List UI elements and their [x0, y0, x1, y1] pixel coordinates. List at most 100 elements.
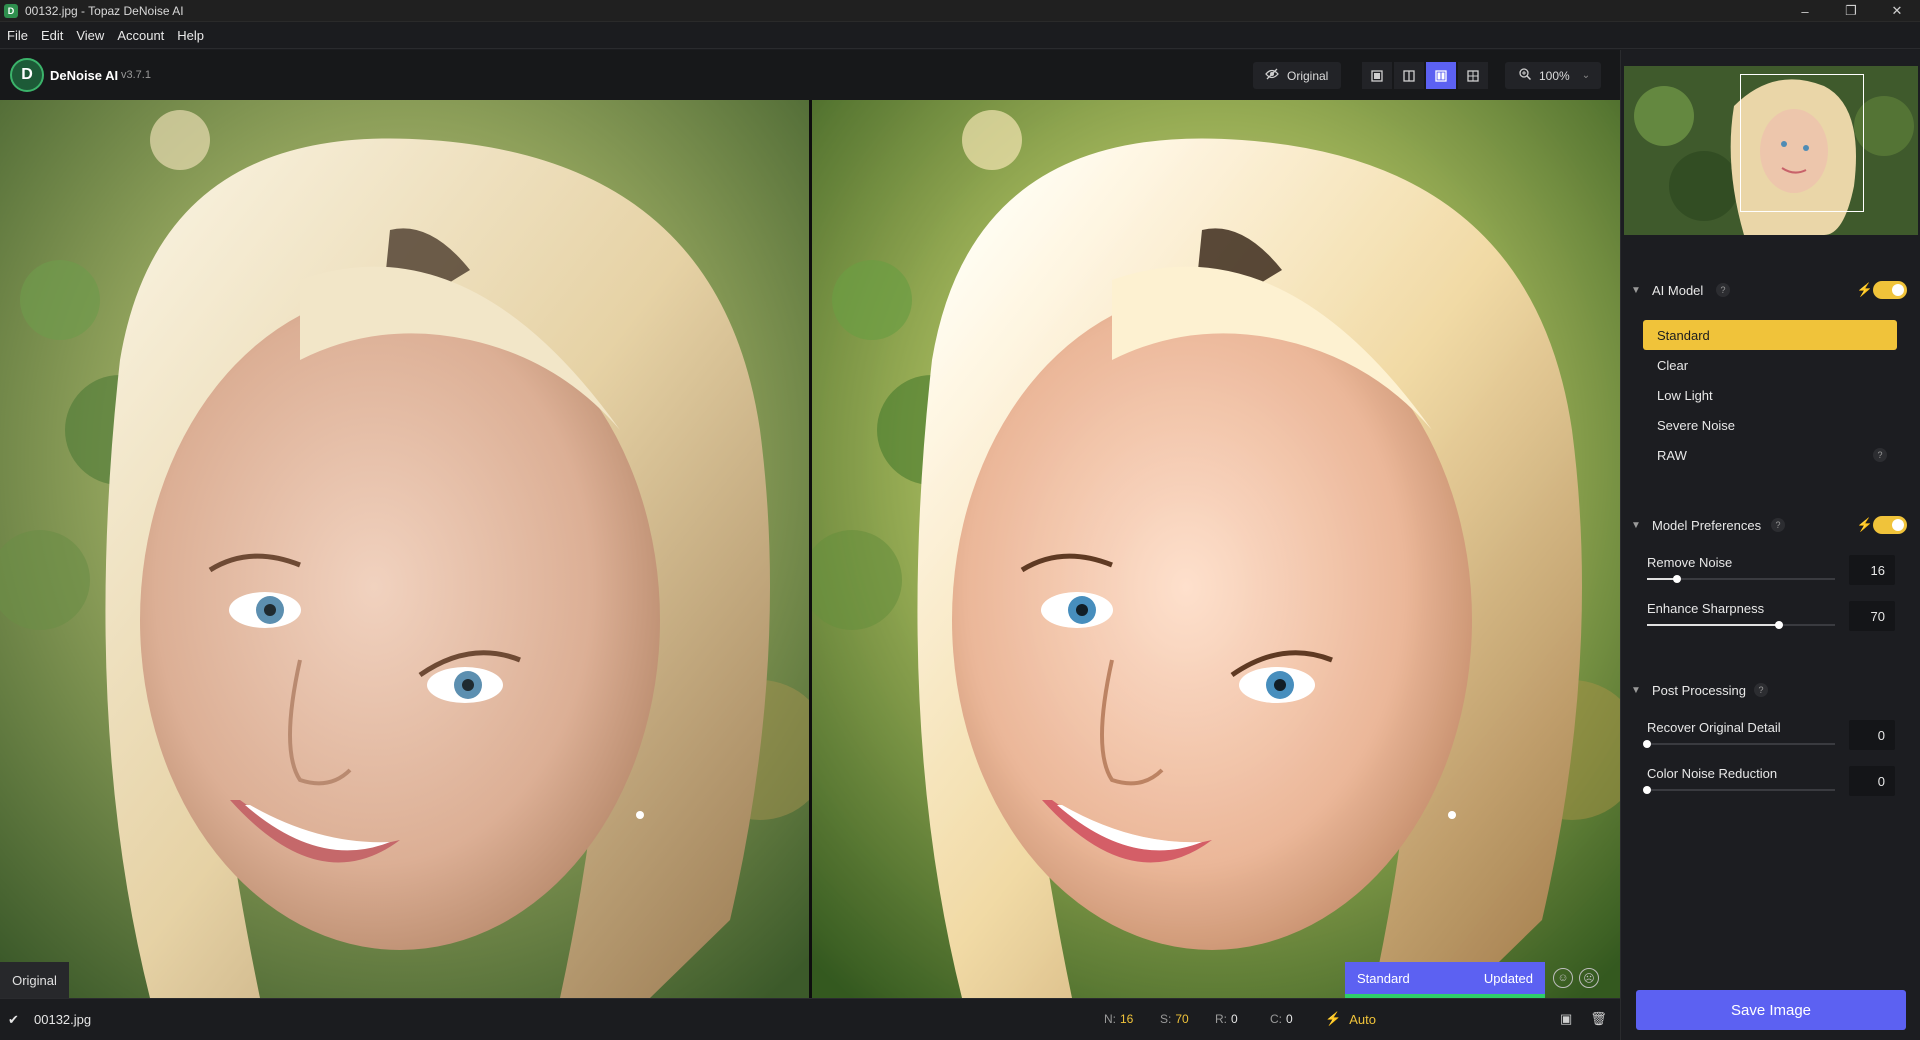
color-noise-slider-row: Color Noise Reduction 0	[1621, 766, 1920, 812]
remove-noise-label: Remove Noise	[1647, 555, 1733, 570]
model-preferences-title: Model Preferences	[1652, 517, 1762, 533]
enhance-sharpness-slider[interactable]	[1647, 621, 1835, 629]
help-icon[interactable]: ?	[1873, 448, 1887, 462]
slider-fill	[1647, 624, 1779, 626]
processed-preview-pane[interactable]	[812, 100, 1620, 998]
recover-detail-slider-row: Recover Original Detail 0	[1621, 720, 1920, 766]
remove-noise-slider-row: Remove Noise 16	[1621, 555, 1920, 601]
view-mode-group	[1362, 62, 1488, 89]
color-noise-label: Color Noise Reduction	[1647, 766, 1778, 781]
neutral-face-icon[interactable]: ☹	[1579, 968, 1599, 988]
menu-account[interactable]: Account	[117, 28, 164, 43]
feedback-group: ☺ ☹	[1553, 968, 1599, 988]
metric-noise: N: 16	[1104, 1012, 1134, 1026]
recover-detail-label: Recover Original Detail	[1647, 720, 1781, 735]
recover-detail-value[interactable]: 0	[1849, 720, 1895, 750]
chevron-down-icon: ⌄	[1581, 70, 1591, 81]
app-name: DeNoise AI	[50, 68, 119, 83]
slider-handle[interactable]	[1643, 740, 1651, 748]
ai-model-auto-toggle[interactable]	[1873, 281, 1907, 299]
post-processing-title: Post Processing	[1652, 682, 1746, 698]
model-item-severe-noise[interactable]: Severe Noise	[1643, 410, 1897, 440]
app-logo: D	[10, 58, 44, 92]
help-icon[interactable]: ?	[1754, 683, 1768, 697]
lightning-icon: ⚡	[1856, 282, 1873, 297]
right-sidebar: ▼ AI Model ? ⚡ Standard Clear Low Light …	[1620, 50, 1920, 1040]
navigator-thumbnail[interactable]	[1624, 66, 1918, 235]
slider-handle[interactable]	[1774, 621, 1783, 629]
menu-file[interactable]: File	[7, 28, 28, 43]
metric-recover: R: 0	[1215, 1012, 1238, 1026]
zoom-dropdown[interactable]: 100% ⌄	[1505, 62, 1601, 89]
original-preview-pane[interactable]: Original	[0, 100, 809, 998]
model-preferences-auto-toggle[interactable]	[1873, 516, 1907, 534]
navigator-viewport-frame[interactable]	[1740, 74, 1864, 212]
checkmark-icon[interactable]: ✔	[8, 1012, 19, 1028]
enhance-sharpness-label: Enhance Sharpness	[1647, 601, 1765, 616]
lightning-icon: ⚡	[1325, 1011, 1342, 1026]
chevron-down-icon: ▼	[1631, 284, 1641, 296]
zoom-in-icon	[1519, 68, 1532, 83]
metric-sharpness: S: 70	[1160, 1012, 1189, 1026]
auto-mode-indicator[interactable]: ⚡ Auto	[1325, 1011, 1376, 1027]
window-controls: – ❐ ✕	[1782, 0, 1920, 22]
status-actions: ▣ 🗑	[1560, 1011, 1620, 1027]
chevron-down-icon: ▼	[1631, 519, 1641, 531]
model-item-clear[interactable]: Clear	[1643, 350, 1897, 380]
title-bar: D 00132.jpg - Topaz DeNoise AI – ❐ ✕	[0, 0, 1920, 22]
post-processing-section-header[interactable]: ▼ Post Processing ?	[1621, 678, 1920, 702]
recover-detail-slider[interactable]	[1643, 740, 1835, 748]
processing-status-label: Updated	[1483, 970, 1533, 986]
model-item-raw[interactable]: RAW?	[1643, 440, 1897, 470]
help-icon[interactable]: ?	[1771, 518, 1785, 532]
auto-label: Auto	[1349, 1011, 1376, 1027]
lightning-icon: ⚡	[1856, 517, 1873, 532]
ai-model-section-header[interactable]: ▼ AI Model ? ⚡	[1621, 278, 1920, 302]
color-noise-value[interactable]: 0	[1849, 766, 1895, 796]
save-image-button[interactable]: Save Image	[1636, 990, 1906, 1030]
ai-model-title: AI Model	[1652, 282, 1704, 298]
eye-slash-icon	[1265, 68, 1279, 83]
model-item-low-light[interactable]: Low Light	[1643, 380, 1897, 410]
menu-view[interactable]: View	[76, 28, 104, 43]
remove-noise-value[interactable]: 16	[1849, 555, 1895, 585]
enhance-sharpness-slider-row: Enhance Sharpness 70	[1621, 601, 1920, 647]
single-view-icon[interactable]	[1362, 62, 1392, 89]
chevron-down-icon: ▼	[1631, 684, 1641, 696]
original-toggle-button[interactable]: Original	[1253, 62, 1341, 89]
status-filename: 00132.jpg	[34, 1012, 92, 1027]
processed-photo	[812, 100, 1620, 998]
trash-icon[interactable]: 🗑	[1590, 1011, 1607, 1027]
split-view-icon[interactable]	[1394, 62, 1424, 89]
metric-color: C: 0	[1270, 1012, 1293, 1026]
remove-noise-slider[interactable]	[1647, 575, 1835, 583]
toolbar: D DeNoise AI v3.7.1 Original 100% ⌄	[0, 50, 1620, 100]
zoom-value: 100%	[1539, 68, 1570, 83]
window-title: 00132.jpg - Topaz DeNoise AI	[25, 3, 184, 18]
camera-icon[interactable]: ▣	[1560, 1011, 1572, 1027]
model-preferences-section-header[interactable]: ▼ Model Preferences ? ⚡	[1621, 513, 1920, 537]
original-label: Original	[0, 962, 69, 998]
app-version: v3.7.1	[121, 69, 151, 81]
app-icon: D	[4, 3, 18, 18]
happy-face-icon[interactable]: ☺	[1553, 968, 1573, 988]
model-item-standard[interactable]: Standard	[1643, 320, 1897, 350]
status-bar: ✔ 00132.jpg N: 16 S: 70 R: 0 C: 0 ⚡ Auto ▣ 🗑	[0, 998, 1620, 1040]
slider-handle[interactable]	[1643, 786, 1651, 794]
original-button-label: Original	[1287, 68, 1329, 83]
menu-bar: File Edit View Account Help	[0, 22, 1920, 49]
restore-icon[interactable]: ❐	[1828, 0, 1874, 22]
menu-help[interactable]: Help	[177, 28, 204, 43]
side-by-side-view-icon[interactable]	[1426, 62, 1456, 89]
minimize-icon[interactable]: –	[1782, 0, 1828, 22]
processing-status-bar: Standard Updated	[1345, 962, 1545, 994]
color-noise-slider[interactable]	[1643, 786, 1835, 794]
enhance-sharpness-value[interactable]: 70	[1849, 601, 1895, 631]
quad-view-icon[interactable]	[1458, 62, 1488, 89]
slider-handle[interactable]	[1673, 575, 1682, 583]
ai-model-list: Standard Clear Low Light Severe Noise RA…	[1643, 320, 1897, 470]
close-icon[interactable]: ✕	[1874, 0, 1920, 22]
help-icon[interactable]: ?	[1716, 283, 1730, 297]
processing-model-label: Standard	[1357, 970, 1410, 986]
menu-edit[interactable]: Edit	[41, 28, 63, 43]
